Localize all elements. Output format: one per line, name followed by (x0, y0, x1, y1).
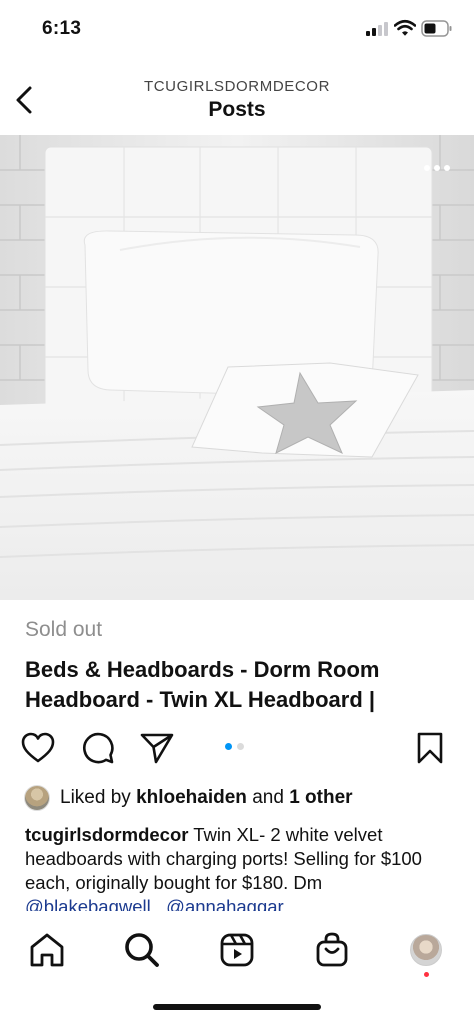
notification-dot (424, 972, 429, 977)
mention-link[interactable]: @blakebagwell (25, 896, 151, 911)
cellular-signal-icon (366, 22, 390, 36)
send-icon (140, 733, 174, 764)
like-button[interactable] (20, 730, 56, 766)
status-bar: 6:13 (0, 0, 474, 60)
mention-link[interactable]: @annahaggar (166, 896, 284, 911)
nav-home[interactable] (27, 930, 67, 970)
profile-avatar (410, 934, 442, 966)
liker-username[interactable]: khloehaiden (136, 787, 247, 809)
post-image[interactable] (0, 135, 474, 600)
likes-middle: and (252, 787, 284, 808)
heart-icon (21, 732, 55, 763)
wifi-icon (393, 19, 417, 37)
status-time: 6:13 (42, 18, 82, 39)
carousel-indicator (225, 743, 244, 750)
caption-username[interactable]: tcugirlsdormdecor (25, 824, 188, 845)
nav-shop[interactable] (312, 930, 352, 970)
carousel-dot-active (225, 743, 232, 750)
battery-icon (421, 20, 453, 37)
reels-icon (220, 933, 254, 967)
comment-button[interactable] (80, 730, 116, 766)
page-title: Posts (208, 98, 266, 121)
save-button[interactable] (412, 730, 448, 766)
header: TCUGIRLSDORMDECOR Posts (0, 60, 474, 135)
account-name[interactable]: TCUGIRLSDORMDECOR (0, 78, 474, 95)
nav-search[interactable] (122, 930, 162, 970)
bottom-nav (0, 912, 474, 1025)
home-indicator[interactable] (153, 1004, 321, 1010)
more-horizontal-icon (424, 165, 430, 171)
likes-summary[interactable]: Liked by khloehaiden and 1 other (24, 784, 353, 812)
sold-out-label: Sold out (25, 618, 103, 641)
bed-photo (0, 135, 474, 600)
post-caption: tcugirlsdormdecor Twin XL- 2 white velve… (25, 823, 455, 911)
share-button[interactable] (139, 730, 175, 766)
comment-icon (83, 732, 114, 764)
shop-icon (316, 932, 348, 967)
search-icon (125, 933, 159, 967)
likes-prefix: Liked by (60, 787, 131, 808)
post-actions (0, 722, 474, 772)
carousel-dot (237, 743, 244, 750)
likes-others[interactable]: 1 other (289, 787, 352, 809)
home-icon (30, 933, 64, 967)
more-options-button[interactable] (424, 165, 450, 171)
liker-avatar (24, 785, 50, 811)
nav-profile[interactable] (406, 930, 446, 970)
bookmark-icon (417, 732, 443, 764)
product-title[interactable]: Beds & Headboards - Dorm Room Headboard … (25, 655, 455, 715)
nav-reels[interactable] (217, 930, 257, 970)
